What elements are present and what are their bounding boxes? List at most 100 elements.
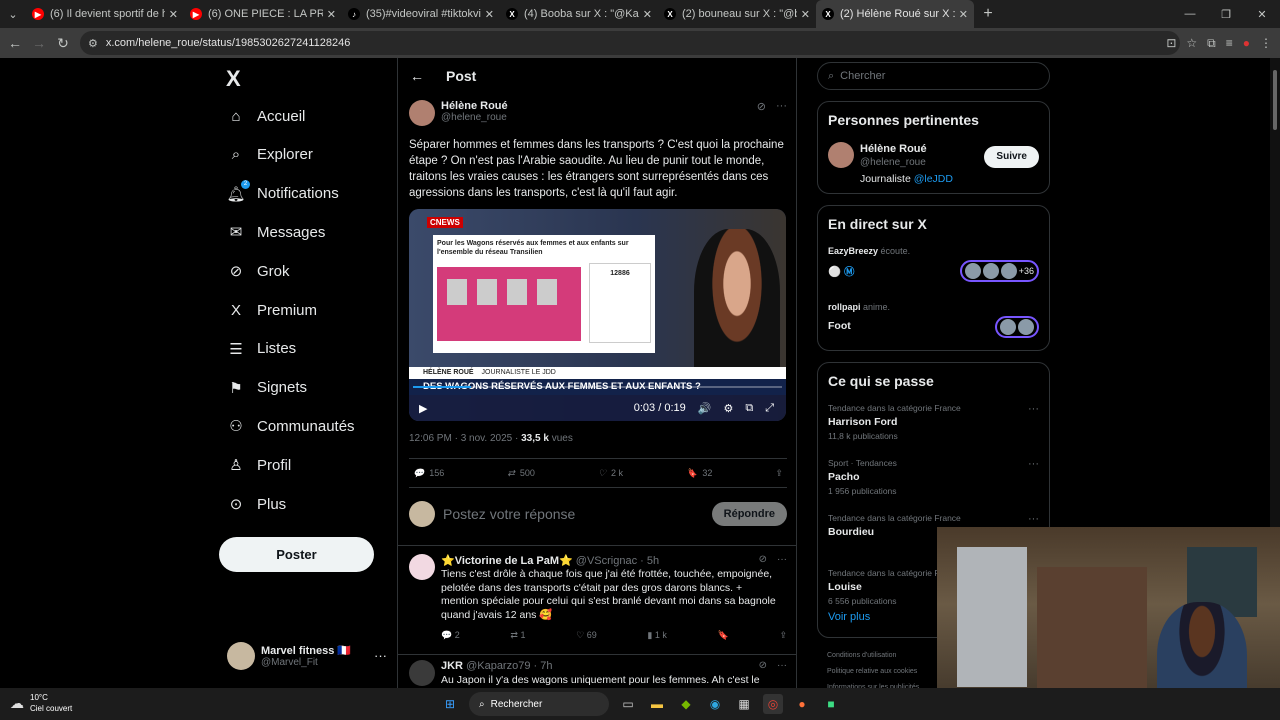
bookmark-icon[interactable]: 🔖: [718, 630, 729, 641]
post-button[interactable]: Poster: [219, 537, 374, 572]
follow-button[interactable]: Suivre: [984, 146, 1039, 168]
close-tab-icon[interactable]: ✕: [959, 8, 968, 21]
nav-item-premium[interactable]: X Premium: [227, 295, 317, 325]
listeners-pill[interactable]: [995, 316, 1039, 338]
reply-button[interactable]: Répondre: [711, 502, 787, 526]
listeners-pill[interactable]: +36: [959, 260, 1039, 282]
address-bar[interactable]: ⚙ x.com/helene_roue/status/1985302627241…: [80, 31, 1180, 55]
video-progress[interactable]: [413, 386, 782, 388]
app-icon[interactable]: ■: [821, 694, 841, 714]
author-handle[interactable]: @helene_roue: [441, 112, 508, 123]
volume-icon[interactable]: 🔊: [698, 402, 712, 415]
trend-item[interactable]: Sport · Tendances Pacho 1 956 publications…: [828, 458, 1039, 496]
more-icon[interactable]: ···: [1028, 403, 1039, 415]
tab-search-icon[interactable]: ⌄: [0, 0, 26, 28]
grok-icon[interactable]: ⊘: [759, 660, 767, 671]
nav-item-notifications[interactable]: 🔔︎ 2 Notifications: [226, 179, 339, 209]
avatar[interactable]: [409, 660, 435, 686]
avatar[interactable]: [409, 554, 435, 580]
reply-input[interactable]: Postez votre réponse: [443, 506, 575, 522]
more-icon[interactable]: ···: [1028, 458, 1039, 470]
nav-item-accueil[interactable]: ⌂ Accueil: [227, 101, 305, 131]
bookmark-star-icon[interactable]: ☆: [1186, 36, 1197, 50]
browser-tab[interactable]: X (2) Hélène Roué sur X : "Sépare ✕: [816, 0, 974, 28]
new-tab-button[interactable]: +: [974, 5, 1002, 23]
scrollbar-thumb[interactable]: [1273, 70, 1277, 130]
file-explorer-icon[interactable]: ▬: [647, 694, 667, 714]
pip-icon[interactable]: ⧉: [745, 402, 753, 415]
browser-tab[interactable]: X (2) bouneau sur X : "@booba M ✕: [658, 0, 816, 28]
avatar[interactable]: [409, 100, 435, 126]
nvidia-icon[interactable]: ◆: [676, 694, 696, 714]
nav-item-signets[interactable]: ⚑ Signets: [227, 373, 307, 403]
more-icon[interactable]: ···: [776, 100, 787, 113]
nav-item-messages[interactable]: ✉ Messages: [227, 217, 326, 247]
fullscreen-icon[interactable]: ⤢: [765, 402, 774, 415]
chrome-icon[interactable]: ◎: [763, 694, 783, 714]
post-timestamp[interactable]: 12:06 PM · 3 nov. 2025 ·: [409, 433, 521, 444]
firefox-icon[interactable]: ●: [792, 694, 812, 714]
nav-item-explorer[interactable]: ⌕ Explorer: [227, 140, 313, 170]
edge-icon[interactable]: ◉: [705, 694, 725, 714]
reply-action[interactable]: 💬 2: [441, 630, 460, 641]
browser-tab[interactable]: X (4) Booba sur X : "@KaarisOffici ✕: [500, 0, 658, 28]
trend-item[interactable]: Tendance dans la catégorie France Harriso…: [828, 403, 1039, 441]
browser-tab[interactable]: ▶ (6) ONE PIECE : LA PRISON D'E ✕: [184, 0, 342, 28]
site-info-icon[interactable]: ⚙: [88, 37, 98, 50]
back-arrow-icon[interactable]: ←: [410, 68, 434, 84]
restore-icon[interactable]: ❐: [1208, 0, 1244, 28]
like-action[interactable]: ♡ 2 k: [598, 468, 623, 479]
nav-item-grok[interactable]: ⊘ Grok: [227, 256, 290, 286]
task-view-icon[interactable]: ▭: [618, 694, 638, 714]
taskbar-search[interactable]: ⌕ Rechercher: [469, 692, 609, 716]
live-space[interactable]: rollpapi anime. Foot: [828, 302, 1039, 338]
grok-icon[interactable]: ⊘: [759, 554, 767, 565]
reload-icon[interactable]: ↻: [51, 35, 75, 52]
grok-icon[interactable]: ⊘: [757, 100, 766, 113]
start-icon[interactable]: ⊞: [440, 694, 460, 714]
more-icon[interactable]: ···: [1028, 513, 1039, 525]
views-action[interactable]: ▮ 1 k: [647, 630, 666, 641]
reply-author-handle[interactable]: @VScrignac · 5h: [576, 555, 659, 567]
nav-item-plus[interactable]: ⊙ Plus: [227, 489, 286, 519]
extensions-icon[interactable]: ⧉: [1207, 36, 1216, 51]
media-icon[interactable]: ≡: [1226, 36, 1233, 50]
store-icon[interactable]: ▦: [734, 694, 754, 714]
reply-author-name[interactable]: JKR: [441, 660, 463, 672]
menu-icon[interactable]: ⋮: [1260, 36, 1272, 50]
close-tab-icon[interactable]: ✕: [327, 8, 336, 21]
play-icon[interactable]: ▶: [419, 402, 427, 415]
reply-author-handle[interactable]: @Kaparzo79 · 7h: [466, 660, 552, 672]
search-input[interactable]: ⌕ Chercher: [817, 62, 1050, 90]
close-tab-icon[interactable]: ✕: [169, 8, 178, 21]
browser-tab[interactable]: ▶ (6) Il devient sportif de haut niv ✕: [26, 0, 184, 28]
video-player[interactable]: CNEWS Pour les Wagons réservés aux femme…: [409, 209, 786, 421]
person-handle[interactable]: @helene_roue: [860, 157, 926, 168]
minimize-icon[interactable]: —: [1172, 0, 1208, 28]
see-more-link[interactable]: Voir plus: [828, 611, 870, 623]
more-icon[interactable]: ···: [777, 554, 787, 565]
like-action[interactable]: ♡ 69: [576, 630, 597, 641]
repost-action[interactable]: ⇄ 1: [510, 630, 525, 641]
nav-item-listes[interactable]: ☰ Listes: [227, 334, 296, 364]
close-tab-icon[interactable]: ✕: [801, 8, 810, 21]
nav-item-communautés[interactable]: ⚇ Communautés: [227, 411, 354, 441]
close-tab-icon[interactable]: ✕: [643, 8, 652, 21]
more-icon[interactable]: ···: [777, 660, 787, 671]
share-icon[interactable]: ⇪: [779, 630, 787, 641]
bio-link[interactable]: @leJDD: [914, 173, 953, 185]
back-icon[interactable]: ←: [3, 35, 27, 51]
profile-icon[interactable]: ●: [1243, 36, 1250, 50]
reply-post[interactable]: ⭐Victorine de La PaM⭐ @VScrignac · 5h ⊘ ·…: [409, 554, 787, 654]
weather-widget[interactable]: ☁ 10°C Ciel couvert: [10, 692, 72, 714]
author-name[interactable]: Hélène Roué: [441, 100, 508, 112]
repost-action[interactable]: ⇄ 500: [507, 468, 535, 479]
forward-icon[interactable]: →: [27, 35, 51, 51]
browser-tab[interactable]: ♪ (35)#videoviral #tiktokviral #ha ✕: [342, 0, 500, 28]
more-icon[interactable]: ···: [374, 648, 387, 663]
account-switcher[interactable]: Marvel fitness 🇫🇷 @Marvel_Fit ···: [227, 641, 387, 671]
live-space[interactable]: EazyBreezy écoute. ⚪ Ⓜ +36: [828, 246, 1039, 282]
reply-author-name[interactable]: ⭐Victorine de La PaM⭐: [441, 555, 573, 567]
avatar[interactable]: [828, 142, 854, 168]
settings-icon[interactable]: ⚙: [723, 402, 733, 415]
